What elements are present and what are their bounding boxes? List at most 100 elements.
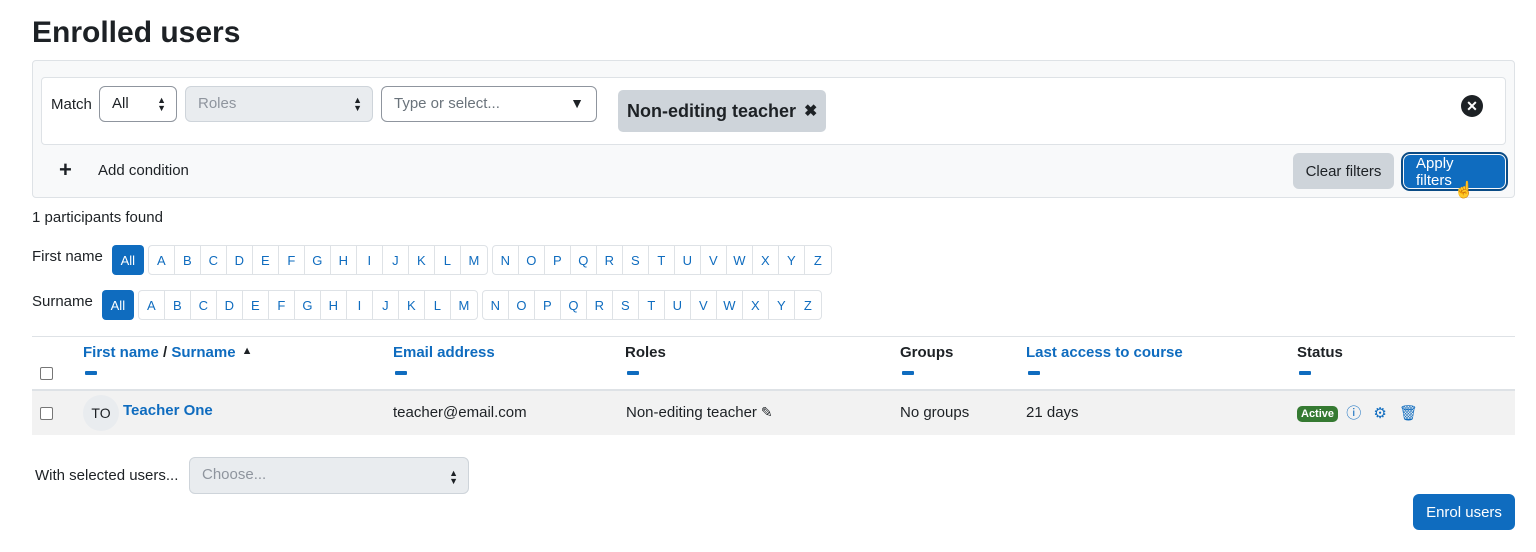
surname-initial-n[interactable]: N xyxy=(483,291,509,319)
header-name: First name / Surname ▲ xyxy=(83,344,252,361)
remove-condition-icon[interactable]: ✕ xyxy=(1461,95,1483,117)
first-initial-w[interactable]: W xyxy=(727,246,753,274)
surname-initial-f[interactable]: F xyxy=(269,291,295,319)
first-initial-n[interactable]: N xyxy=(493,246,519,274)
filter-value-combobox[interactable]: Type or select... ▼ xyxy=(381,86,597,122)
surname-initial-l[interactable]: L xyxy=(425,291,451,319)
hand-cursor-icon: ☝ xyxy=(1454,182,1474,199)
collapse-column-icon[interactable] xyxy=(1299,371,1311,375)
first-initial-i[interactable]: I xyxy=(357,246,383,274)
add-condition-button[interactable]: Add condition xyxy=(98,162,189,179)
first-initial-g[interactable]: G xyxy=(305,246,331,274)
filter-field-select[interactable]: Roles ▲ ▼ xyxy=(185,86,373,122)
surname-initial-t[interactable]: T xyxy=(639,291,665,319)
select-arrows-icon: ▲ ▼ xyxy=(449,468,458,486)
clear-filters-button[interactable]: Clear filters xyxy=(1293,153,1394,189)
first-initial-o[interactable]: O xyxy=(519,246,545,274)
plus-icon[interactable]: + xyxy=(59,157,72,183)
surname-initial-b[interactable]: B xyxy=(165,291,191,319)
surname-initials-group-1: ABCDEFGHIJKLM xyxy=(137,290,478,320)
bulk-action-select[interactable]: Choose... ▲ ▼ xyxy=(189,457,469,494)
surname-initial-j[interactable]: J xyxy=(373,291,399,319)
close-icon[interactable]: ✖ xyxy=(804,101,817,121)
first-initial-x[interactable]: X xyxy=(753,246,779,274)
first-initials-group-2: NOPQRSTUVWXYZ xyxy=(491,245,832,275)
pencil-icon[interactable]: ✎ xyxy=(761,404,773,420)
surname-initial-m[interactable]: M xyxy=(451,291,477,319)
first-name-initials-bar: First name All ABCDEFGHIJKLM NOPQRSTUVWX… xyxy=(32,245,836,275)
surname-initial-e[interactable]: E xyxy=(243,291,269,319)
header-status: Status xyxy=(1297,344,1343,361)
trash-icon[interactable]: 🗑 xyxy=(1399,405,1418,422)
caret-down-icon: ▼ xyxy=(570,95,584,111)
surname-initial-x[interactable]: X xyxy=(743,291,769,319)
first-initial-u[interactable]: U xyxy=(675,246,701,274)
sort-last-access-link[interactable]: Last access to course xyxy=(1026,344,1183,361)
participants-table: First name / Surname ▲ Email address Role… xyxy=(32,336,1515,435)
surname-initial-a[interactable]: A xyxy=(139,291,165,319)
first-initial-d[interactable]: D xyxy=(227,246,253,274)
collapse-column-icon[interactable] xyxy=(1028,371,1040,375)
select-all-checkbox[interactable] xyxy=(40,367,53,380)
surname-initial-p[interactable]: P xyxy=(535,291,561,319)
sort-first-name-link[interactable]: First name xyxy=(83,344,159,361)
avatar: TO xyxy=(83,395,119,431)
surname-initial-h[interactable]: H xyxy=(321,291,347,319)
collapse-column-icon[interactable] xyxy=(395,371,407,375)
first-initial-f[interactable]: F xyxy=(279,246,305,274)
surname-initial-w[interactable]: W xyxy=(717,291,743,319)
row-select-checkbox[interactable] xyxy=(40,407,53,420)
selected-role-chip[interactable]: Non-editing teacher ✖ xyxy=(618,90,827,132)
first-initial-q[interactable]: Q xyxy=(571,246,597,274)
header-sep: / xyxy=(158,344,172,361)
surname-initial-s[interactable]: S xyxy=(613,291,639,319)
user-role: Non-editing teacher xyxy=(626,404,757,421)
match-select[interactable]: All ▲ ▼ xyxy=(99,86,177,122)
gear-icon[interactable]: ⚙ xyxy=(1373,405,1386,422)
first-initial-h[interactable]: H xyxy=(331,246,357,274)
first-initial-y[interactable]: Y xyxy=(779,246,805,274)
first-initial-k[interactable]: K xyxy=(409,246,435,274)
first-initial-r[interactable]: R xyxy=(597,246,623,274)
surname-initial-g[interactable]: G xyxy=(295,291,321,319)
surname-initial-d[interactable]: D xyxy=(217,291,243,319)
surname-initial-r[interactable]: R xyxy=(587,291,613,319)
first-initial-e[interactable]: E xyxy=(253,246,279,274)
user-name-link[interactable]: Teacher One xyxy=(123,402,213,419)
surname-initial-y[interactable]: Y xyxy=(769,291,795,319)
first-initial-z[interactable]: Z xyxy=(805,246,831,274)
first-initial-t[interactable]: T xyxy=(649,246,675,274)
user-last-access: 21 days xyxy=(1026,404,1079,421)
first-initial-a[interactable]: A xyxy=(149,246,175,274)
enrol-users-button[interactable]: Enrol users xyxy=(1413,494,1515,530)
surname-initial-q[interactable]: Q xyxy=(561,291,587,319)
bulk-action-placeholder: Choose... xyxy=(202,466,267,483)
first-initial-p[interactable]: P xyxy=(545,246,571,274)
collapse-column-icon[interactable] xyxy=(85,371,97,375)
first-initial-m[interactable]: M xyxy=(461,246,487,274)
first-initial-v[interactable]: V xyxy=(701,246,727,274)
sort-surname-link[interactable]: Surname xyxy=(171,344,235,361)
first-initial-b[interactable]: B xyxy=(175,246,201,274)
page-title: Enrolled users xyxy=(32,16,241,49)
surname-initial-k[interactable]: K xyxy=(399,291,425,319)
first-initial-s[interactable]: S xyxy=(623,246,649,274)
surname-initial-z[interactable]: Z xyxy=(795,291,821,319)
sort-email-link[interactable]: Email address xyxy=(393,344,495,361)
collapse-column-icon[interactable] xyxy=(902,371,914,375)
surname-initial-i[interactable]: I xyxy=(347,291,373,319)
info-icon[interactable]: ⓘ xyxy=(1346,405,1361,422)
first-initial-j[interactable]: J xyxy=(383,246,409,274)
status-badge: Active xyxy=(1297,406,1339,423)
surname-initial-c[interactable]: C xyxy=(191,291,217,319)
surname-initial-o[interactable]: O xyxy=(509,291,535,319)
first-initial-all[interactable]: All xyxy=(111,245,144,275)
match-label: Match xyxy=(51,96,92,113)
first-initial-c[interactable]: C xyxy=(201,246,227,274)
first-initial-l[interactable]: L xyxy=(435,246,461,274)
header-groups: Groups xyxy=(900,344,954,361)
surname-initial-all[interactable]: All xyxy=(101,290,134,320)
surname-initial-v[interactable]: V xyxy=(691,291,717,319)
surname-initial-u[interactable]: U xyxy=(665,291,691,319)
collapse-column-icon[interactable] xyxy=(627,371,639,375)
